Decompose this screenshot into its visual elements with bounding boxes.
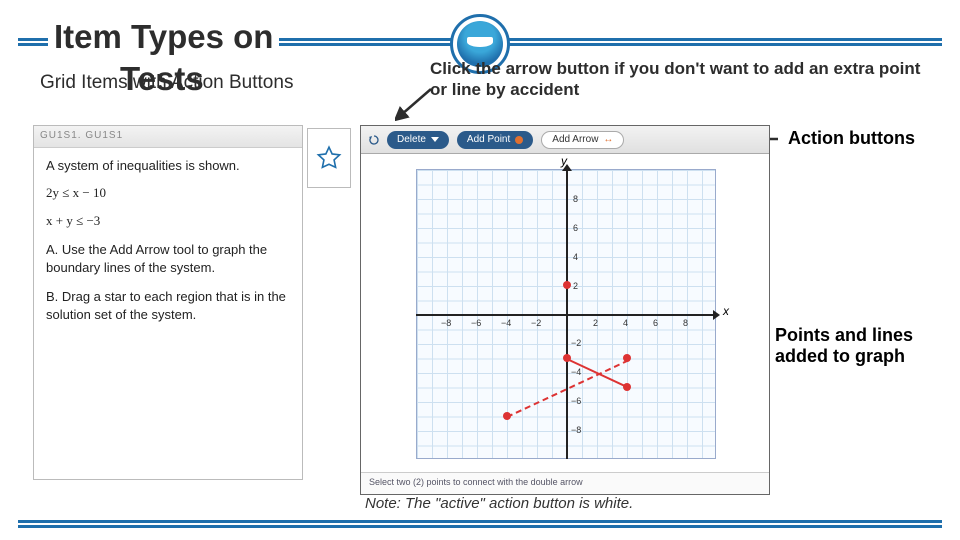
- title-overlap: Tests: [120, 60, 204, 98]
- graph-point[interactable]: [563, 281, 571, 289]
- graph-point[interactable]: [623, 354, 631, 362]
- y-axis: [566, 169, 568, 459]
- graph-point[interactable]: [503, 412, 511, 420]
- star-icon[interactable]: [316, 145, 342, 171]
- tick-y: 6: [573, 223, 578, 233]
- add-arrow-button[interactable]: Add Arrow ↔: [541, 131, 624, 149]
- question-header: GU1S1. GU1S1: [34, 126, 302, 148]
- tick-x: 2: [593, 318, 598, 328]
- question-stem: A system of inequalities is shown.: [46, 158, 290, 173]
- tick-y: −2: [571, 338, 581, 348]
- y-label: y: [561, 154, 567, 168]
- delete-button[interactable]: Delete: [387, 131, 449, 149]
- delete-label: Delete: [397, 134, 426, 145]
- equation-2: x + y ≤ −3: [46, 213, 290, 229]
- option-a: A. Use the Add Arrow tool to graph the b…: [46, 241, 290, 276]
- tick-y: −6: [571, 396, 581, 406]
- tick-x: −2: [531, 318, 541, 328]
- tick-y: 8: [573, 194, 578, 204]
- star-palette[interactable]: [307, 128, 351, 188]
- add-arrow-label: Add Arrow: [552, 134, 598, 145]
- footer-rule: [18, 520, 942, 528]
- tick-x: −6: [471, 318, 481, 328]
- x-axis-arrow-icon: [713, 310, 720, 320]
- graph-footer: Select two (2) points to connect with th…: [361, 472, 769, 494]
- graph-point[interactable]: [623, 383, 631, 391]
- page-title: Item Types on: [48, 18, 279, 56]
- tick-y: −8: [571, 425, 581, 435]
- tick-y: 4: [573, 252, 578, 262]
- annot-action-buttons: Action buttons: [788, 128, 915, 149]
- tick-x: 6: [653, 318, 658, 328]
- graph-point[interactable]: [563, 354, 571, 362]
- option-b: B. Drag a star to each region that is in…: [46, 288, 290, 323]
- tick-y: 2: [573, 281, 578, 291]
- add-point-button[interactable]: Add Point: [457, 131, 533, 149]
- graph-panel: Delete Add Point Add Arrow ↔ x y −8 −6 −…: [360, 125, 770, 495]
- tick-x: −8: [441, 318, 451, 328]
- tick-y: −4: [571, 367, 581, 377]
- graph-area[interactable]: x y −8 −6 −4 −2 2 4 6 8 2 4 6 8 −2 −4 −6…: [361, 154, 769, 472]
- annot-points-lines: Points and lines added to graph: [775, 325, 925, 366]
- tick-x: 8: [683, 318, 688, 328]
- equation-1: 2y ≤ x − 10: [46, 185, 290, 201]
- tick-x: −4: [501, 318, 511, 328]
- chevron-down-icon: [431, 137, 439, 142]
- undo-icon[interactable]: [369, 135, 379, 145]
- tick-x: 4: [623, 318, 628, 328]
- question-panel: GU1S1. GU1S1 A system of inequalities is…: [33, 125, 303, 480]
- add-point-label: Add Point: [467, 134, 510, 145]
- tip-text: Click the arrow button if you don't want…: [430, 58, 940, 101]
- tip-arrow-icon: [395, 85, 435, 121]
- note-text: Note: The "active" action button is whit…: [365, 495, 633, 512]
- arrow-icon: ↔: [603, 134, 613, 145]
- x-label: x: [723, 304, 729, 318]
- point-icon: [515, 136, 523, 144]
- toolbar: Delete Add Point Add Arrow ↔: [361, 126, 769, 154]
